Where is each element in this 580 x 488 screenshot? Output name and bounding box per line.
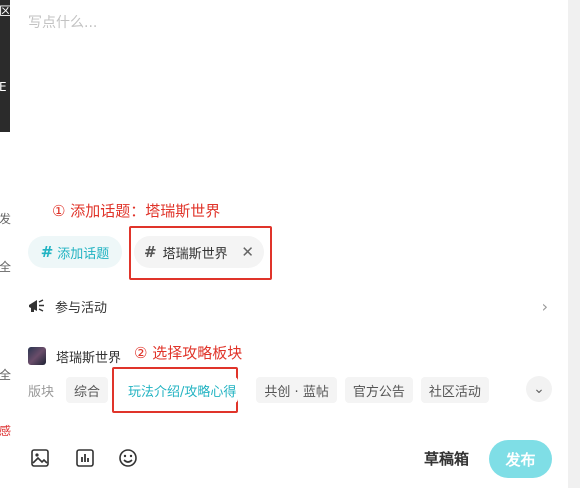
chevron-right-icon: › <box>541 296 548 316</box>
background-page-strip: 区 E 发 全 全 感 <box>0 0 11 488</box>
image-icon[interactable] <box>30 448 52 470</box>
poll-icon[interactable] <box>75 448 97 470</box>
section-tag-announcements[interactable]: 官方公告 <box>344 377 413 403</box>
section-tag-guides[interactable]: 玩法介绍/攻略心得 <box>126 377 239 403</box>
publish-button[interactable]: 发布 <box>489 440 552 478</box>
post-editor-input[interactable]: 写点什么... <box>28 12 97 32</box>
background-dark-panel <box>0 0 10 132</box>
section-label: 版块 <box>28 384 55 400</box>
megaphone-icon <box>28 298 45 314</box>
background-text: 感 <box>0 424 11 438</box>
selected-topic-label: 塔瑞斯世界 <box>162 246 228 262</box>
background-text: 全 <box>0 260 11 274</box>
join-activity-label: 参与活动 <box>55 300 108 316</box>
annotation-step-1: ① 添加话题：塔瑞斯世界 <box>52 202 221 220</box>
drafts-button[interactable]: 草稿箱 <box>424 448 469 469</box>
join-activity-row[interactable]: 参与活动 › <box>28 292 548 320</box>
section-tag-cocreate[interactable]: 共创 · 蓝帖 <box>256 377 337 403</box>
selected-topic-chip[interactable]: # 塔瑞斯世界 ✕ <box>134 236 264 268</box>
hash-icon: # <box>144 243 157 261</box>
right-edge-shadow <box>568 0 580 488</box>
close-icon[interactable]: ✕ <box>241 243 254 261</box>
expand-sections-button[interactable]: ⌄ <box>526 376 552 402</box>
section-selector: 版块 综合 玩法介绍/攻略心得 共创 · 蓝帖 官方公告 社区活动 <box>28 377 489 403</box>
annotation-step-2: ② 选择攻略板块 <box>134 344 243 362</box>
hash-icon: # <box>40 243 54 261</box>
forum-info: 塔瑞斯世界 <box>28 344 121 368</box>
background-text: 发 <box>0 212 11 226</box>
forum-avatar <box>28 347 46 365</box>
section-tag-events[interactable]: 社区活动 <box>420 377 489 403</box>
chevron-down-icon: ⌄ <box>533 381 545 397</box>
add-topic-button[interactable]: # 添加话题 <box>28 236 122 268</box>
background-text: E <box>0 80 7 94</box>
forum-name: 塔瑞斯世界 <box>56 350 122 366</box>
background-text: 全 <box>0 368 11 382</box>
background-text: 区 <box>0 4 11 18</box>
section-tag-general[interactable]: 综合 <box>66 377 109 403</box>
add-topic-label: 添加话题 <box>57 246 110 262</box>
emoji-icon[interactable] <box>118 448 140 470</box>
